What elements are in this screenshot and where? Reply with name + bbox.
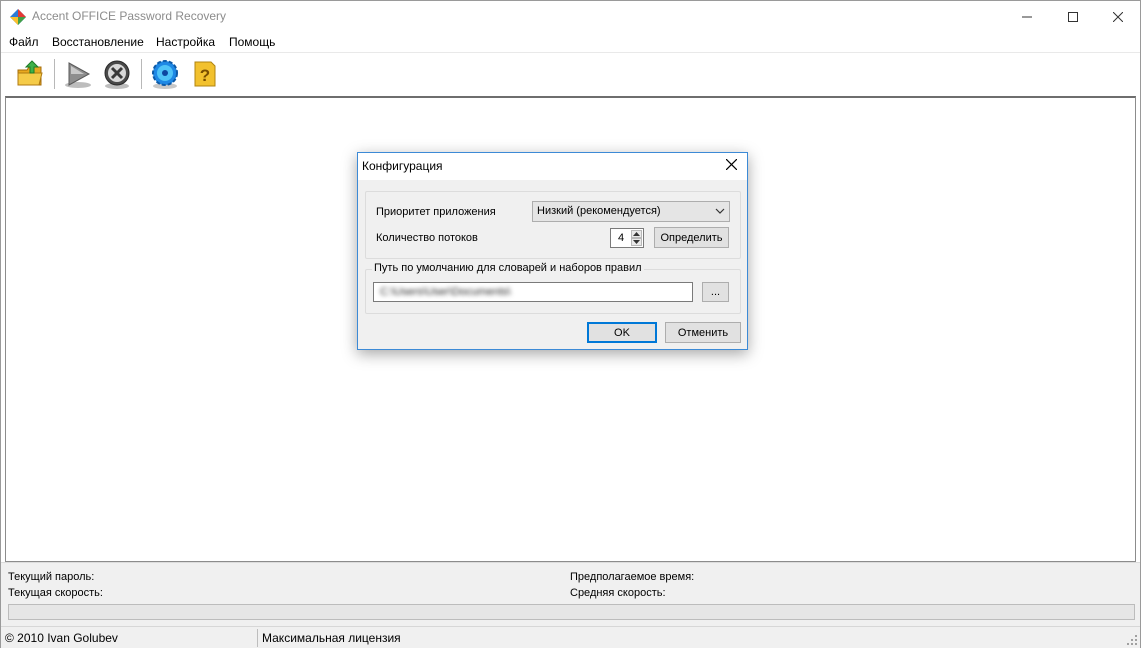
status-bar: © 2010 Ivan Golubev Максимальная лицензи… xyxy=(1,626,1140,648)
priority-value: Низкий (рекомендуется) xyxy=(537,205,661,217)
toolbar-separator xyxy=(141,59,142,89)
start-button[interactable] xyxy=(62,58,94,90)
dialog-close-button[interactable] xyxy=(719,155,743,177)
current-speed-label: Текущая скорость: xyxy=(8,587,103,599)
settings-gear-icon xyxy=(149,60,181,93)
close-button[interactable] xyxy=(1095,1,1141,32)
detect-button[interactable]: Определить xyxy=(654,227,729,248)
license-text: Максимальная лицензия xyxy=(262,631,401,645)
close-icon xyxy=(725,158,737,173)
window-title: Accent OFFICE Password Recovery xyxy=(32,9,227,23)
play-icon xyxy=(62,62,94,93)
svg-text:?: ? xyxy=(200,66,210,85)
priority-select[interactable]: Низкий (рекомендуется) xyxy=(532,201,730,222)
status-divider xyxy=(257,629,258,647)
spin-up-button[interactable] xyxy=(631,230,642,238)
threads-spinner[interactable]: 4 xyxy=(610,228,644,248)
spinner-buttons xyxy=(631,230,642,246)
open-button[interactable] xyxy=(15,58,47,90)
dialog-title: Конфигурация xyxy=(362,159,443,173)
options-button[interactable] xyxy=(149,58,181,90)
spin-down-button[interactable] xyxy=(631,238,642,246)
menu-help[interactable]: Помощь xyxy=(229,35,275,49)
configuration-dialog: Конфигурация Приоритет приложения Низкий… xyxy=(357,152,748,350)
help-button[interactable]: ? xyxy=(188,58,220,90)
stop-icon xyxy=(101,60,133,93)
resize-grip-icon[interactable] xyxy=(1126,634,1138,646)
status-panel: Текущий пароль: Текущая скорость: Предпо… xyxy=(1,562,1140,626)
menu-bar: Файл Восстановление Настройка Помощь xyxy=(1,32,1140,52)
open-folder-icon xyxy=(15,60,47,93)
threads-label: Количество потоков xyxy=(376,232,478,244)
menu-settings[interactable]: Настройка xyxy=(156,35,215,49)
estimated-time-label: Предполагаемое время: xyxy=(570,571,695,583)
maximize-button[interactable] xyxy=(1050,1,1096,32)
average-speed-label: Средняя скорость: xyxy=(570,587,666,599)
menu-file[interactable]: Файл xyxy=(9,35,39,49)
menu-recovery[interactable]: Восстановление xyxy=(52,35,144,49)
minimize-button[interactable] xyxy=(1004,1,1050,32)
browse-button[interactable]: ... xyxy=(702,282,729,302)
dialog-title-bar[interactable]: Конфигурация xyxy=(358,153,747,180)
stop-button[interactable] xyxy=(101,58,133,90)
path-group-label: Путь по умолчанию для словарей и наборов… xyxy=(372,262,644,274)
path-value: C:\Users\User\Documents\ xyxy=(380,286,511,298)
app-logo-icon xyxy=(10,9,26,25)
toolbar-separator xyxy=(54,59,55,89)
progress-bar xyxy=(8,604,1135,620)
toolbar: ? xyxy=(1,52,1140,94)
cancel-button[interactable]: Отменить xyxy=(665,322,741,343)
help-icon: ? xyxy=(188,61,220,93)
path-input[interactable]: C:\Users\User\Documents\ xyxy=(373,282,693,302)
threads-value: 4 xyxy=(618,232,625,244)
copyright-text: © 2010 Ivan Golubev xyxy=(5,631,118,645)
title-bar[interactable]: Accent OFFICE Password Recovery xyxy=(1,1,1140,32)
ok-button[interactable]: OK xyxy=(587,322,657,343)
chevron-down-icon xyxy=(715,206,725,216)
current-password-label: Текущий пароль: xyxy=(8,571,95,583)
priority-label: Приоритет приложения xyxy=(376,206,496,218)
